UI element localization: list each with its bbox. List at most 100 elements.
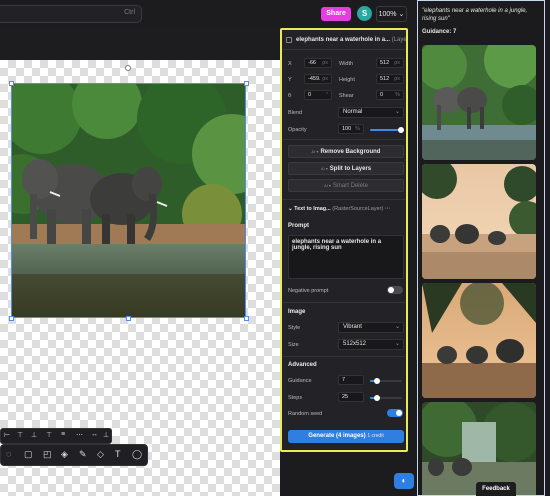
opacity-value: 100 xyxy=(342,126,352,132)
ai-tag: AI ▾ xyxy=(324,183,331,188)
y-value: -459. xyxy=(308,76,321,82)
style-value: Vibrant xyxy=(343,324,362,330)
result-image-3 xyxy=(422,283,536,398)
selected-image-layer[interactable] xyxy=(11,83,246,318)
size-label: Size xyxy=(288,342,299,348)
blend-value: Normal xyxy=(343,109,363,115)
source-layer-header[interactable]: ⌄ Text to Imag... (RasterSourceLayer) ··… xyxy=(288,206,390,212)
shape-icon[interactable]: ◰ xyxy=(43,449,52,460)
smart-delete-label: Smart Delete xyxy=(332,183,368,189)
avatar[interactable]: S xyxy=(357,6,372,21)
random-seed-label: Random seed xyxy=(288,411,323,417)
spacing-icon[interactable]: ⋯ xyxy=(76,431,83,439)
layer-type: (Layer) xyxy=(391,37,406,43)
steps-label: Steps xyxy=(288,395,303,401)
gallery-guidance: Guidance: 7 xyxy=(422,29,457,35)
steps-field[interactable]: 25 xyxy=(338,392,364,402)
layer-title: elephants near a waterhole in a... xyxy=(296,37,391,43)
layer-header[interactable]: elephants near a waterhole in a... (Laye… xyxy=(282,30,406,50)
negative-prompt-label: Negative prompt xyxy=(288,288,329,294)
drawing-toolbar: ◌ ▢ ◰ ◈ ✎ ◇ T ◯ xyxy=(0,444,148,466)
x-field[interactable]: -66 px xyxy=(304,58,332,68)
random-seed-toggle[interactable] xyxy=(387,409,403,417)
guidance-label: Guidance xyxy=(288,378,312,384)
pen-icon[interactable]: ✎ xyxy=(79,449,87,460)
shear-field[interactable]: 0% xyxy=(376,90,404,100)
y-field[interactable]: -459. px xyxy=(304,74,332,84)
comment-icon[interactable]: ◯ xyxy=(132,449,142,460)
top-bar: Ctrl Share S 100% ⌄ xyxy=(0,0,415,28)
resize-handle-tl[interactable] xyxy=(9,81,14,86)
divider xyxy=(282,199,406,200)
share-button[interactable]: Share xyxy=(321,7,351,21)
y-label: Y xyxy=(288,77,292,83)
spacing-icon-3[interactable]: ⊥ xyxy=(103,431,109,439)
generate-credit: 1 credit xyxy=(367,433,384,439)
guidance-field[interactable]: 7 xyxy=(338,375,364,385)
size-select[interactable]: 512x512 ⌄ xyxy=(338,339,404,350)
guidance-slider-knob[interactable] xyxy=(374,378,380,384)
blend-label: Blend xyxy=(288,110,303,116)
elephant-image xyxy=(12,84,245,317)
resize-handle-tr[interactable] xyxy=(244,81,249,86)
blend-select[interactable]: Normal ⌄ xyxy=(338,107,404,118)
negative-prompt-toggle[interactable] xyxy=(387,286,403,294)
chevron-down-icon: ⌄ xyxy=(398,11,405,18)
height-value: 512 xyxy=(380,76,390,82)
image-heading: Image xyxy=(288,309,306,315)
text-icon[interactable]: T xyxy=(115,449,121,459)
zoom-select[interactable]: 100% ⌄ xyxy=(376,6,407,22)
results-gallery: "elephants near a waterhole in a jungle,… xyxy=(417,0,545,496)
fill-icon[interactable]: ◈ xyxy=(61,449,68,460)
prompt-textarea[interactable]: elephants near a waterhole in a jungle, … xyxy=(288,235,404,279)
shear-unit: % xyxy=(395,92,400,98)
steps-slider-knob[interactable] xyxy=(374,395,380,401)
result-image-2 xyxy=(422,164,536,279)
remove-background-button[interactable]: AI ▾ Remove Background xyxy=(288,145,404,158)
resize-handle-br[interactable] xyxy=(244,316,249,321)
resize-handle-bl[interactable] xyxy=(9,316,14,321)
opacity-field[interactable]: 100% xyxy=(338,124,364,134)
zoom-value: 100% xyxy=(378,11,397,18)
more-icon[interactable]: ··· xyxy=(385,206,391,212)
rotation-field[interactable]: 0 ° xyxy=(304,90,332,100)
search-box[interactable]: Ctrl xyxy=(0,5,142,23)
lasso-icon[interactable]: ◌ xyxy=(6,449,11,459)
smart-delete-button[interactable]: AI ▾ Smart Delete xyxy=(288,179,404,192)
align-center-icon[interactable]: ⊥ xyxy=(31,431,37,439)
width-field[interactable]: 512 px xyxy=(376,58,404,68)
toggle-knob xyxy=(388,287,394,293)
align-top-icon[interactable]: ⊤ xyxy=(17,431,23,439)
result-thumbnail-3[interactable] xyxy=(422,283,536,398)
chevron-down-icon: ⌄ xyxy=(394,341,400,347)
width-value: 512 xyxy=(380,60,390,66)
rotate-handle[interactable] xyxy=(125,65,131,71)
spacing-icon-2[interactable]: ↔ xyxy=(91,431,98,438)
remove-background-label: Remove Background xyxy=(320,149,381,155)
rectangle-icon[interactable]: ▢ xyxy=(24,449,33,460)
resize-handle-bottom[interactable] xyxy=(126,316,131,321)
gallery-prompt: "elephants near a waterhole in a jungle,… xyxy=(422,8,528,22)
opacity-slider-knob[interactable] xyxy=(398,127,404,133)
result-thumbnail-1[interactable] xyxy=(422,45,536,160)
split-layers-button[interactable]: AI ▾ Split to Layers xyxy=(288,162,404,175)
style-label: Style xyxy=(288,325,301,331)
distribute-icon[interactable]: ≡ xyxy=(61,431,65,438)
eraser-icon[interactable]: ◇ xyxy=(97,449,104,460)
height-unit: px xyxy=(394,76,400,82)
source-type: (RasterSourceLayer) xyxy=(332,206,384,212)
feedback-button[interactable]: Feedback xyxy=(476,482,516,496)
align-middle-icon[interactable]: ⊤ xyxy=(46,431,52,439)
size-value: 512x512 xyxy=(343,341,367,347)
result-thumbnail-2[interactable] xyxy=(422,164,536,279)
layer-icon xyxy=(286,37,292,43)
help-icon[interactable]: ◐ xyxy=(394,473,414,489)
generate-button[interactable]: Generate (4 images) 1 credit xyxy=(288,430,404,443)
canvas-area[interactable] xyxy=(0,28,280,496)
height-field[interactable]: 512 px xyxy=(376,74,404,84)
style-select[interactable]: Vibrant ⌄ xyxy=(338,322,404,333)
y-unit: px xyxy=(322,76,328,82)
align-left-icon[interactable]: ⊢ xyxy=(4,431,10,439)
chevron-down-icon: ⌄ xyxy=(394,109,400,115)
divider xyxy=(282,356,406,357)
